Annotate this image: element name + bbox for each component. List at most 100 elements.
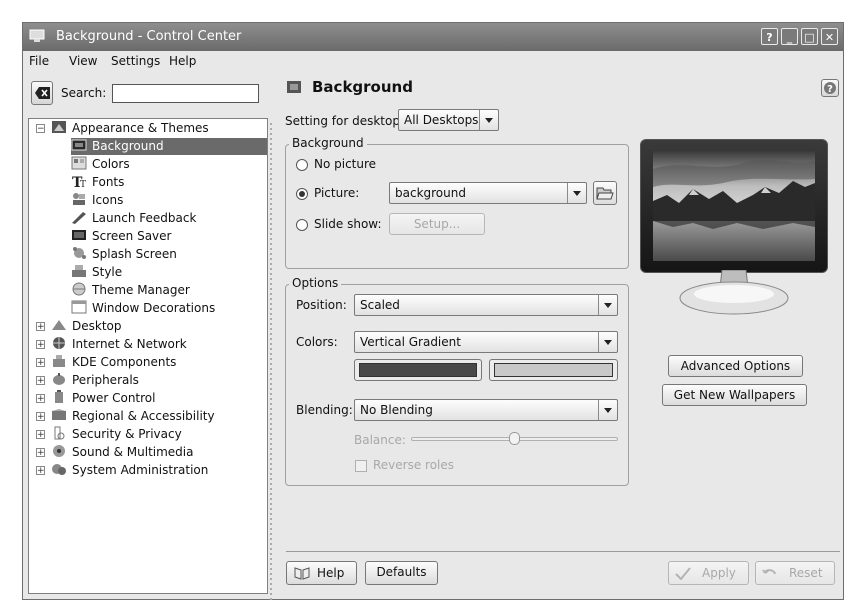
clear-search-button[interactable] (31, 81, 53, 105)
tree-item-label: Splash Screen (92, 247, 177, 261)
tree-item-label: Power Control (72, 391, 156, 405)
tree-item-background[interactable]: Background (71, 138, 267, 155)
tree-item-label: Regional & Accessibility (72, 409, 215, 423)
tree-item-fonts[interactable]: T T Fonts (71, 174, 124, 191)
tree-item-desktop[interactable]: Desktop (51, 318, 122, 335)
window-title: Background - Control Center (56, 29, 242, 44)
position-select[interactable]: Scaled (354, 294, 618, 316)
tree-item-screen-saver[interactable]: Screen Saver (71, 228, 171, 245)
window-decorations-icon (71, 300, 87, 314)
theme-manager-icon (72, 282, 86, 296)
tree-item-regional[interactable]: Regional & Accessibility (51, 408, 215, 425)
slide-show-radio[interactable] (296, 219, 308, 231)
menu-settings[interactable]: Settings (111, 54, 160, 68)
tree-item-kde-components[interactable]: KDE Components (51, 354, 176, 371)
slide-show-label[interactable]: Slide show: (314, 217, 382, 231)
apply-button[interactable]: Apply (668, 561, 749, 585)
tree-item-label: Theme Manager (92, 283, 190, 297)
balance-slider-handle[interactable] (509, 432, 520, 445)
expand-toggle[interactable]: + (36, 466, 45, 476)
tree-item-label: Peripherals (72, 373, 139, 387)
search-input[interactable] (112, 84, 259, 103)
tree-item-colors[interactable]: Colors (71, 156, 130, 173)
position-label: Position: (296, 298, 347, 312)
expand-toggle[interactable]: + (36, 340, 45, 350)
close-button[interactable]: ✕ (821, 28, 838, 45)
picture-select[interactable]: background (389, 182, 587, 204)
tree-item-splash-screen[interactable]: Splash Screen (71, 246, 177, 263)
tree-item-power-control[interactable]: Power Control (51, 390, 155, 407)
expand-toggle[interactable]: + (36, 376, 45, 386)
power-control-icon (55, 390, 63, 403)
whats-this-button[interactable]: ? (761, 28, 778, 45)
blending-select-value: No Blending (360, 403, 433, 417)
monitor-screen (653, 151, 815, 261)
tree-item-label: Internet & Network (72, 337, 187, 351)
menu-file[interactable]: File (29, 54, 49, 68)
no-picture-label[interactable]: No picture (314, 157, 376, 171)
picture-radio[interactable] (296, 188, 308, 200)
advanced-options-button[interactable]: Advanced Options (668, 355, 803, 377)
setting-for-desktop-label: Setting for desktop: (285, 114, 405, 128)
blending-select[interactable]: No Blending (354, 399, 618, 421)
colors-select[interactable]: Vertical Gradient (354, 331, 618, 353)
expand-toggle[interactable]: + (36, 322, 45, 332)
desktop-icon (52, 320, 66, 330)
menu-view[interactable]: View (69, 54, 97, 68)
apply-button-label: Apply (702, 566, 736, 580)
reset-button-label: Reset (789, 566, 823, 580)
monitor-stand (679, 270, 789, 315)
tree-item-label: Window Decorations (92, 301, 216, 315)
tree-item-theme-manager[interactable]: Theme Manager (71, 282, 190, 299)
reset-button[interactable]: Reset (755, 561, 835, 585)
style-icon (72, 265, 86, 277)
primary-color-button[interactable] (354, 359, 482, 381)
expand-toggle[interactable]: + (36, 430, 45, 440)
defaults-button[interactable]: Defaults (365, 561, 438, 585)
reverse-roles-checkbox[interactable] (355, 460, 367, 472)
expand-toggle[interactable]: + (36, 412, 45, 422)
desktop-select-value: All Desktops (404, 113, 479, 127)
tree-item-system-admin[interactable]: System Administration (51, 462, 208, 479)
whats-this-help-button[interactable]: ? (821, 79, 839, 97)
no-picture-radio[interactable] (296, 159, 308, 171)
picture-label[interactable]: Picture: (314, 186, 359, 200)
expand-toggle[interactable]: + (36, 358, 45, 368)
help-button[interactable]: Help (286, 561, 357, 585)
secondary-color-swatch (494, 363, 613, 377)
tree-item-label: KDE Components (72, 355, 177, 369)
expand-toggle[interactable]: + (36, 394, 45, 404)
tree-item-peripherals[interactable]: Peripherals (51, 372, 139, 389)
secondary-color-button[interactable] (489, 359, 618, 381)
expand-toggle[interactable]: + (36, 448, 45, 458)
splitter-handle[interactable] (270, 123, 272, 603)
tree-item-label: Fonts (92, 175, 125, 189)
tree-item-sound[interactable]: Sound & Multimedia (51, 444, 193, 461)
menu-bar: File View Settings Help (23, 51, 843, 73)
desktop-select[interactable]: All Desktops (398, 109, 499, 131)
collapse-toggle[interactable]: − (36, 124, 45, 134)
tree-item-security[interactable]: Security & Privacy (51, 426, 182, 443)
colors-icon (71, 156, 87, 170)
get-new-wallpapers-button[interactable]: Get New Wallpapers (662, 384, 807, 406)
tree-item-internet[interactable]: Internet & Network (51, 336, 187, 353)
tree-item-window-decorations[interactable]: Window Decorations (71, 300, 215, 317)
tree-item-appearance[interactable]: Appearance & Themes (51, 120, 209, 137)
tree-item-launch-feedback[interactable]: Launch Feedback (71, 210, 196, 227)
checkmark-icon (675, 567, 691, 580)
maximize-button[interactable]: □ (801, 28, 818, 45)
menu-help[interactable]: Help (169, 54, 196, 68)
minimize-button[interactable]: _ (781, 28, 798, 45)
tree-item-style[interactable]: Style (71, 264, 122, 281)
picture-select-value: background (395, 186, 466, 200)
regional-icon (52, 409, 66, 420)
tree-item-icons[interactable]: Icons (71, 192, 123, 209)
help-button-label: Help (317, 566, 345, 580)
tree-item-label: Colors (92, 157, 130, 171)
tree-item-label: System Administration (72, 463, 209, 477)
tree-item-label: Style (92, 265, 123, 279)
open-file-button[interactable] (593, 181, 617, 205)
setup-button[interactable]: Setup... (389, 213, 485, 235)
title-bar[interactable]: Background - Control Center ? _ □ ✕ (23, 23, 843, 51)
tree-item-label: Desktop (72, 319, 122, 333)
